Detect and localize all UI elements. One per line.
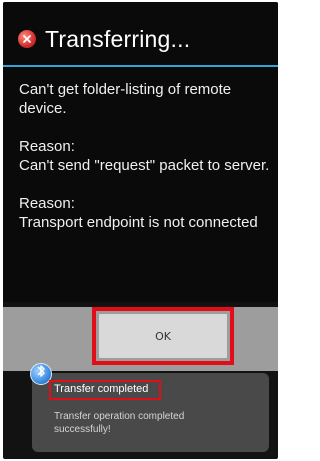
toast-message: Transfer operation completed successfull… (54, 411, 185, 435)
dialog-title: Transferring... (45, 26, 191, 52)
bluetooth-glyph (37, 365, 45, 377)
ok-button[interactable]: OK (99, 314, 227, 358)
reason-block-2: Reason: Transport endpoint is not connec… (19, 194, 271, 232)
title-divider (3, 65, 278, 67)
phone-screen: Transferring... Can't get folder-listing… (3, 2, 278, 459)
error-icon (18, 30, 36, 48)
toast-title: Transfer completed (54, 383, 149, 395)
reason-label-2: Reason: (19, 195, 75, 212)
reason-text-1: Can't send "request" packet to server. (19, 157, 270, 174)
transfer-dialog: Transferring... Can't get folder-listing… (3, 2, 278, 302)
dialog-body: Can't get folder-listing of remote devic… (19, 80, 271, 251)
error-cross-glyph (23, 35, 31, 43)
error-message: Can't get folder-listing of remote devic… (19, 81, 232, 117)
reason-text-2: Transport endpoint is not connected (19, 214, 258, 231)
dialog-header: Transferring... (3, 2, 278, 62)
reason-label-1: Reason: (19, 138, 75, 155)
reason-block-1: Reason: Can't send "request" packet to s… (19, 137, 271, 175)
